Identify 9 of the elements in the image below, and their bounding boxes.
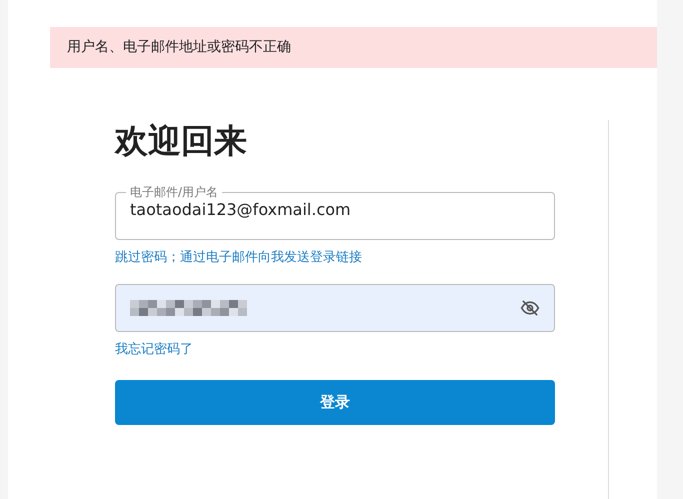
email-field[interactable]: 电子邮件/用户名 taotaodai123@foxmail.com — [115, 184, 555, 240]
field-label: 电子邮件/用户名 — [129, 184, 220, 200]
hide-password-icon[interactable] — [520, 298, 540, 318]
email-login-link[interactable]: 跳过密码；通过电子邮件向我发送登录链接 — [115, 248, 362, 266]
password-field[interactable] — [115, 284, 555, 332]
login-button[interactable]: 登录 — [115, 380, 555, 425]
error-alert: 用户名、电子邮件地址或密码不正确 — [50, 27, 657, 68]
page-heading: 欢迎回来 — [115, 120, 248, 162]
forgot-password-link[interactable]: 我忘记密码了 — [115, 340, 193, 358]
